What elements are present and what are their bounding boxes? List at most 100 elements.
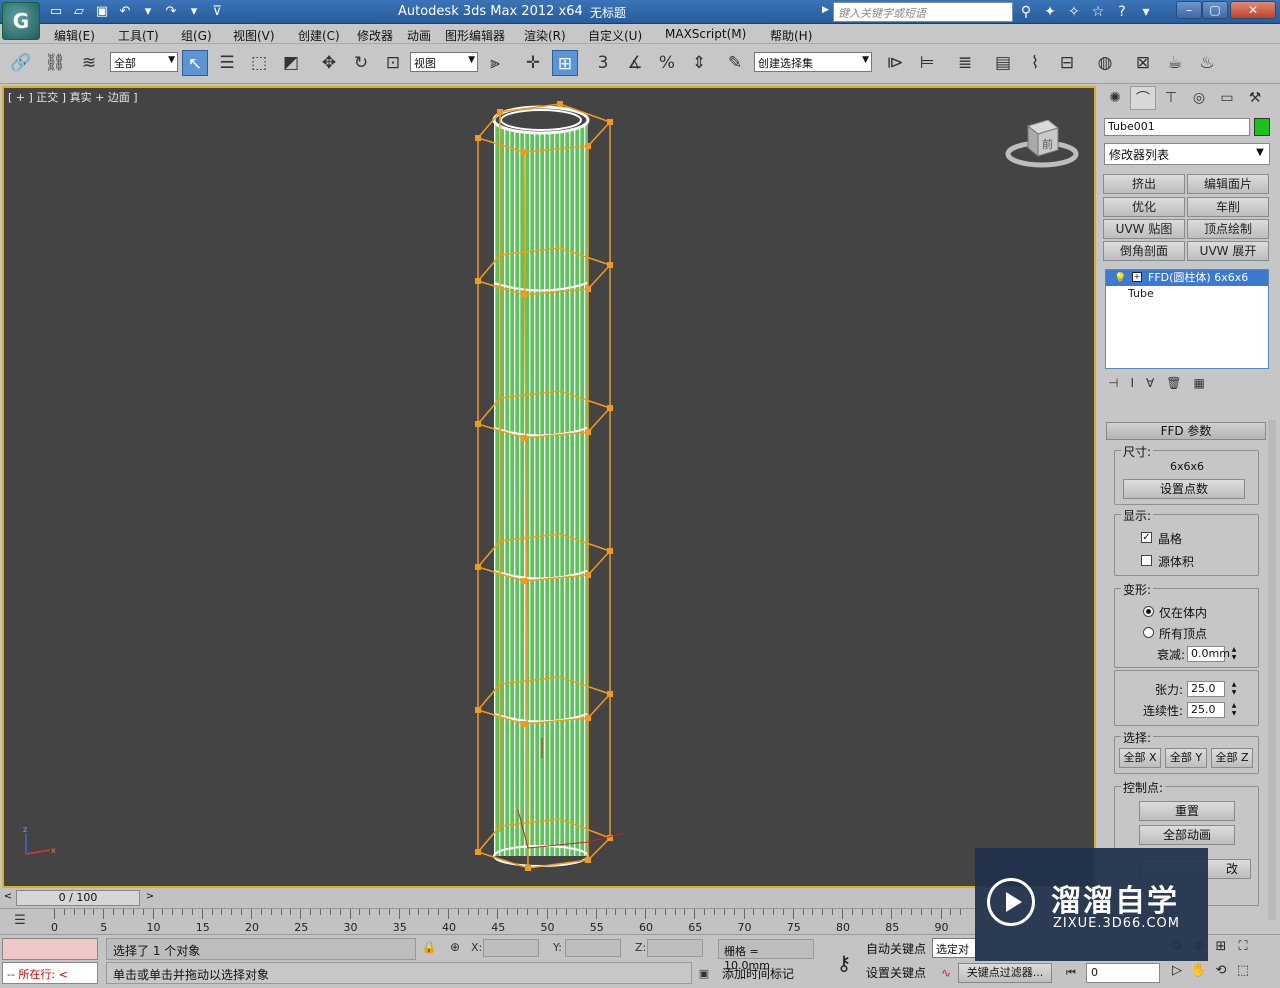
continuity-spinner[interactable]: 25.0 [1187,702,1225,718]
snaps-toggle-icon[interactable]: 3 [590,50,616,76]
redo-icon[interactable]: ↷ [161,3,181,21]
use-pivot-center-icon[interactable]: ⫸ [482,50,508,76]
configure-modifier-sets-icon[interactable]: ▦ [1193,376,1204,396]
modifier-list-dropdown[interactable]: 修改器列表 ▼ [1104,143,1270,165]
select-and-manipulate-icon[interactable]: ✛ [520,50,546,76]
show-end-result-icon[interactable]: Ⅰ [1130,376,1134,396]
material-editor-icon[interactable]: ◍ [1092,50,1118,76]
all-vertices-radio[interactable] [1143,627,1154,638]
modifier-uvw-map-button[interactable]: UVW 贴图 [1103,219,1185,239]
window-crossing-icon[interactable]: ◩ [278,50,304,76]
angle-snap-icon[interactable]: ∡ [622,50,648,76]
auto-key-button[interactable]: 自动关键点 [866,940,926,957]
rectangular-selection-icon[interactable]: ⬚ [246,50,272,76]
menu-views[interactable]: 视图(V) [233,27,275,44]
maxscript-mini-listener[interactable] [2,938,98,960]
reference-coordinate-dropdown[interactable]: 视图 ▼ [410,52,478,72]
curve-editor-icon[interactable]: ⌇ [1022,50,1048,76]
make-unique-icon[interactable]: ∀ [1146,376,1154,396]
modifier-lathe-button[interactable]: 车削 [1187,197,1269,217]
display-tab-icon[interactable]: ▭ [1214,86,1240,110]
falloff-spinner-arrows-icon[interactable]: ▲ ▼ [1229,646,1239,662]
motion-tab-icon[interactable]: ◎ [1186,86,1212,110]
tension-spinner[interactable]: 25.0 [1187,681,1225,697]
spinner-snap-icon[interactable]: ⇕ [686,50,712,76]
graphite-tools-icon[interactable]: ▤ [990,50,1016,76]
time-slider-thumb[interactable]: 0 / 100 [16,890,140,906]
selection-filter-dropdown[interactable]: 全部 ▼ [110,52,178,72]
search-expand-icon[interactable]: ▶ [822,5,829,15]
edit-named-selection-icon[interactable]: ✎ [722,50,748,76]
current-frame-field[interactable]: 0 [1086,963,1160,983]
pan-view-icon[interactable]: ✋ [1188,963,1210,987]
lightbulb-icon[interactable]: 💡 [1114,271,1126,284]
expand-plus-icon[interactable]: + [1132,272,1142,282]
maximize-button[interactable]: ▢ [1202,1,1228,19]
lattice-checkbox[interactable]: ✓ [1141,532,1152,543]
orbit-icon[interactable]: ⟲ [1210,963,1232,987]
render-production-icon[interactable]: ♨ [1194,50,1220,76]
help-search-input[interactable]: 键入关键字或短语 [833,2,1013,22]
continuity-spinner-arrows-icon[interactable]: ▲ ▼ [1229,702,1239,718]
menu-help[interactable]: 帮助(H) [770,27,812,44]
communication-icon[interactable]: ✧ [1064,3,1084,21]
selected-objects-dropdown[interactable]: 选定对 [932,938,976,958]
select-all-x-button[interactable]: 全部 X [1119,748,1161,768]
menu-modifiers[interactable]: 修改器 [357,27,393,44]
open-file-icon[interactable]: ▱ [69,3,89,21]
select-and-link-icon[interactable]: 🔗 [8,50,34,76]
keyboard-shortcut-override-icon[interactable]: ⊞ [552,50,578,76]
object-name-field[interactable]: Tube001 [1104,118,1250,136]
remove-modifier-icon[interactable]: 🗑 [1166,376,1181,396]
field-of-view-icon[interactable]: ▷ [1166,963,1188,987]
key-mode-toggle-icon[interactable]: ⏮ [1060,963,1082,983]
help-dropdown-icon[interactable]: ▾ [1136,3,1156,21]
customize-qat-icon[interactable]: ⊽ [207,3,227,21]
menu-edit[interactable]: 编辑(E) [54,27,95,44]
time-tag-icon[interactable]: ▣ [694,964,714,984]
select-object-icon[interactable]: ↖ [182,50,208,76]
select-all-y-button[interactable]: 全部 Y [1165,748,1207,768]
modify-tab-icon[interactable]: ⌒ [1130,86,1156,110]
z-coordinate-field[interactable] [647,939,703,957]
ffd-tube-object[interactable] [464,98,624,888]
binoculars-icon[interactable]: ⚲ [1016,3,1036,21]
add-time-tag-button[interactable]: 添加时间标记 [722,965,794,982]
subscription-icon[interactable]: ✦ [1040,3,1060,21]
utilities-tab-icon[interactable]: ⚒ [1242,86,1268,110]
viewport-front[interactable]: [ + ] 正交 ] 真实 + 边面 ] 前 z x [2,86,1096,888]
maxscript-listener-line[interactable]: -- 所在行: < [2,962,98,984]
modifier-edit-patch-button[interactable]: 编辑面片 [1187,174,1269,194]
select-all-z-button[interactable]: 全部 Z [1211,748,1253,768]
x-coordinate-field[interactable] [483,939,539,957]
tension-spinner-arrows-icon[interactable]: ▲ ▼ [1229,681,1239,697]
create-tab-icon[interactable]: ✺ [1102,86,1128,110]
pin-stack-icon[interactable]: ⊣ [1108,376,1118,396]
align-icon[interactable]: ⊨ [914,50,940,76]
falloff-spinner[interactable]: 0.0mm [1187,646,1230,662]
set-points-button[interactable]: 设置点数 [1123,479,1245,499]
key-filters-button[interactable]: 关键点过滤器... [958,963,1052,983]
named-selection-dropdown[interactable]: 创建选择集 ▼ [754,52,872,72]
render-setup-icon[interactable]: ⊠ [1130,50,1156,76]
set-key-button[interactable]: 设置关键点 [866,964,926,981]
y-coordinate-field[interactable] [565,939,621,957]
source-volume-checkbox[interactable] [1141,555,1152,566]
time-slider-prev-icon[interactable]: < [0,891,16,905]
stack-item-ffd[interactable]: 💡 + FFD(圆柱体) 6x6x6 [1106,270,1268,286]
favorites-star-icon[interactable]: ☆ [1088,3,1108,21]
menu-graph-editors[interactable]: 图形编辑器 [445,27,505,44]
mirror-icon[interactable]: ⧐ [882,50,908,76]
select-and-scale-icon[interactable]: ⊡ [380,50,406,76]
close-button[interactable]: ✕ [1230,1,1276,19]
help-icon[interactable]: ? [1112,3,1132,21]
selection-lock-icon[interactable]: 🔒 [420,937,438,957]
stack-item-tube[interactable]: Tube [1106,286,1268,302]
menu-maxscript[interactable]: MAXScript(M) [665,27,746,41]
percent-snap-icon[interactable]: % [654,50,680,76]
zoom-extents-icon[interactable]: ⛶ [1232,939,1254,963]
modifier-vertex-paint-button[interactable]: 顶点绘制 [1187,219,1269,239]
ffd-params-rollout-header[interactable]: FFD 参数 [1106,422,1266,440]
new-file-icon[interactable]: ▭ [46,3,66,21]
menu-customize[interactable]: 自定义(U) [588,27,642,44]
